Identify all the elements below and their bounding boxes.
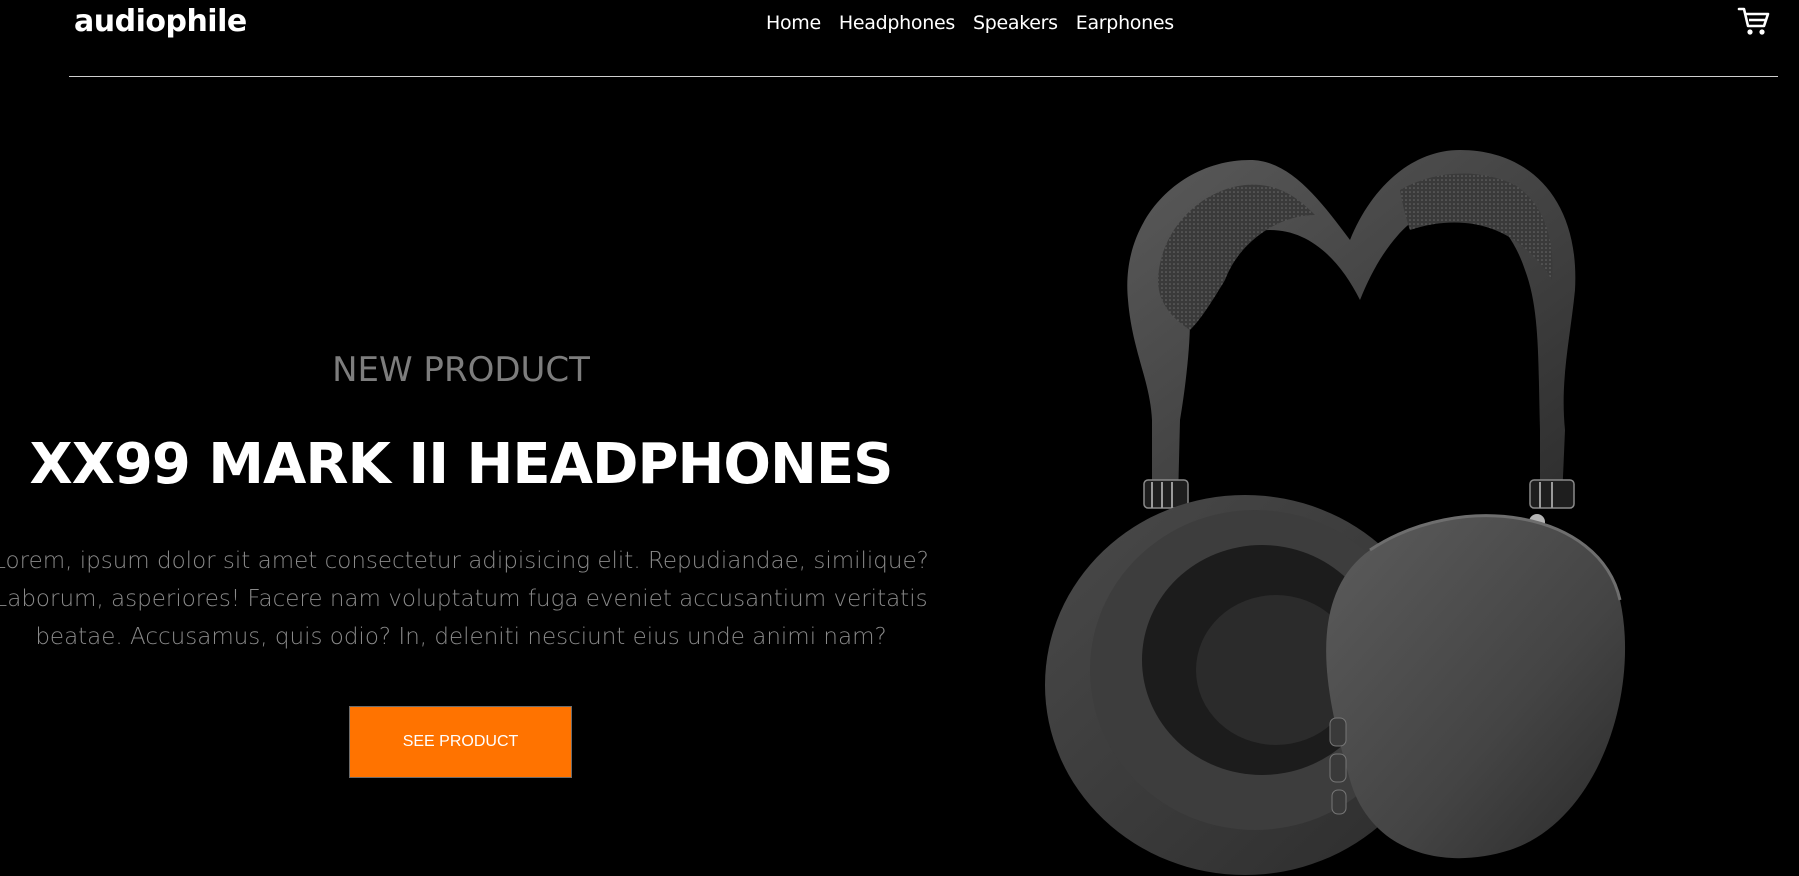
hero-title: XX99 MARK II HEADPHONES xyxy=(29,432,894,497)
header-divider xyxy=(69,76,1778,77)
main-nav: Home Headphones Speakers Earphones xyxy=(766,12,1174,34)
nav-item-speakers[interactable]: Speakers xyxy=(973,12,1058,34)
nav-item-earphones[interactable]: Earphones xyxy=(1076,12,1174,34)
hero-eyebrow: NEW PRODUCT xyxy=(332,350,590,390)
hero-description: Lorem, ipsum dolor sit amet consectetur … xyxy=(0,548,929,650)
site-header: audiophile Home Headphones Speakers Earp… xyxy=(0,0,1799,78)
page: audiophile Home Headphones Speakers Earp… xyxy=(0,0,1799,876)
nav-item-home[interactable]: Home xyxy=(766,12,821,34)
see-product-button[interactable]: SEE PRODUCT xyxy=(349,706,572,778)
shopping-cart-icon[interactable] xyxy=(1737,4,1771,38)
headphones-image xyxy=(1040,130,1690,876)
brand-logo[interactable]: audiophile xyxy=(74,4,247,39)
nav-item-headphones[interactable]: Headphones xyxy=(839,12,955,34)
